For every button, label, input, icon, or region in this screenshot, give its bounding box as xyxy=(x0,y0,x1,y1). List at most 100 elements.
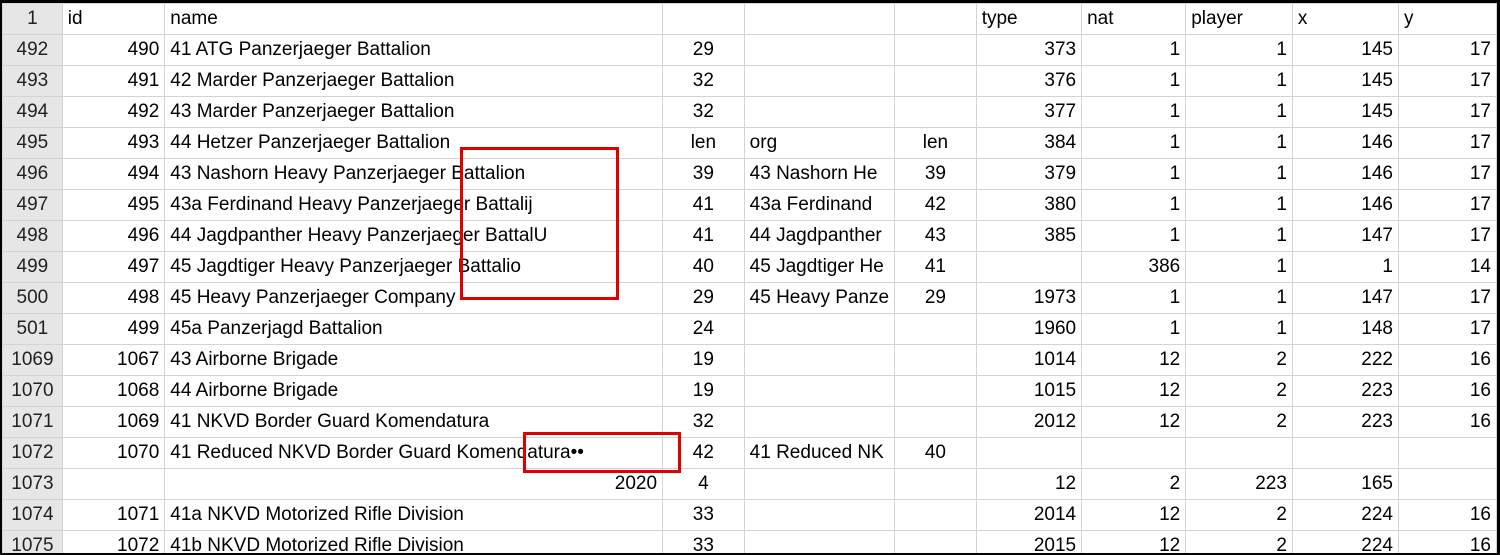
column-header-cell[interactable]: x xyxy=(1291,3,1399,35)
cell[interactable]: 1071 xyxy=(61,499,166,531)
column-header-cell[interactable] xyxy=(743,3,896,35)
cell[interactable]: 16 xyxy=(1397,499,1497,531)
cell[interactable]: 377 xyxy=(975,96,1083,128)
cell[interactable] xyxy=(894,406,977,438)
cell[interactable]: 1015 xyxy=(975,375,1083,407)
cell[interactable]: 148 xyxy=(1291,313,1399,345)
cell[interactable]: 1960 xyxy=(975,313,1083,345)
cell[interactable] xyxy=(894,96,977,128)
cell[interactable]: 44 Jagdpanther xyxy=(743,220,896,252)
cell[interactable]: 45 Heavy Panzerjaeger Company xyxy=(164,282,664,314)
cell[interactable]: 16 xyxy=(1397,344,1497,376)
cell[interactable]: 146 xyxy=(1291,158,1399,190)
row-header[interactable]: 499 xyxy=(2,251,63,283)
cell[interactable]: 41 Reduced NKVD Border Guard Komendatura… xyxy=(164,437,664,469)
cell[interactable]: 41 xyxy=(662,189,745,221)
row-header[interactable]: 496 xyxy=(2,158,63,190)
column-header-cell[interactable]: nat xyxy=(1081,3,1187,35)
cell[interactable]: 1067 xyxy=(61,344,166,376)
cell[interactable] xyxy=(1397,468,1497,500)
cell[interactable] xyxy=(743,375,896,407)
cell[interactable]: 2020 xyxy=(164,468,664,500)
cell[interactable]: 1 xyxy=(1185,251,1293,283)
cell[interactable]: 45 Heavy Panze xyxy=(743,282,896,314)
cell[interactable]: 145 xyxy=(1291,96,1399,128)
cell[interactable]: 224 xyxy=(1291,530,1399,553)
cell[interactable]: 29 xyxy=(894,282,977,314)
cell[interactable]: 493 xyxy=(61,127,166,159)
cell[interactable] xyxy=(743,344,896,376)
cell[interactable]: 39 xyxy=(662,158,745,190)
cell[interactable]: 32 xyxy=(662,406,745,438)
cell[interactable]: len xyxy=(894,127,977,159)
cell[interactable]: 17 xyxy=(1397,313,1497,345)
cell[interactable]: 223 xyxy=(1185,468,1293,500)
cell[interactable]: 490 xyxy=(61,34,166,66)
cell[interactable] xyxy=(894,34,977,66)
cell[interactable]: 43a Ferdinand Heavy Panzerjaeger Battali… xyxy=(164,189,664,221)
cell[interactable]: 385 xyxy=(975,220,1083,252)
cell[interactable] xyxy=(1397,437,1497,469)
cell[interactable]: 1 xyxy=(1185,65,1293,97)
cell[interactable]: 41b NKVD Motorized Rifle Division xyxy=(164,530,664,553)
column-header-cell[interactable]: name xyxy=(164,3,664,35)
cell[interactable]: 17 xyxy=(1397,158,1497,190)
cell[interactable]: 1 xyxy=(1081,313,1187,345)
cell[interactable]: 1 xyxy=(1081,65,1187,97)
cell[interactable]: 33 xyxy=(662,530,745,553)
cell[interactable]: 147 xyxy=(1291,220,1399,252)
cell[interactable] xyxy=(743,96,896,128)
cell[interactable]: 223 xyxy=(1291,375,1399,407)
cell[interactable]: 1973 xyxy=(975,282,1083,314)
cell[interactable]: 43 Nashorn He xyxy=(743,158,896,190)
cell[interactable]: 42 xyxy=(894,189,977,221)
cell[interactable] xyxy=(975,251,1083,283)
cell[interactable]: 41 xyxy=(662,220,745,252)
row-header[interactable]: 493 xyxy=(2,65,63,97)
cell[interactable]: 40 xyxy=(894,437,977,469)
cell[interactable]: 1 xyxy=(1185,313,1293,345)
row-header[interactable]: 1070 xyxy=(2,375,63,407)
cell[interactable]: 43 Marder Panzerjaeger Battalion xyxy=(164,96,664,128)
cell[interactable]: 222 xyxy=(1291,344,1399,376)
cell[interactable]: 1 xyxy=(1185,158,1293,190)
cell[interactable]: 2 xyxy=(1185,406,1293,438)
cell[interactable]: 4 xyxy=(662,468,745,500)
cell[interactable]: 33 xyxy=(662,499,745,531)
row-header[interactable]: 1073 xyxy=(2,468,63,500)
cell[interactable] xyxy=(894,65,977,97)
cell[interactable]: 1072 xyxy=(61,530,166,553)
cell[interactable] xyxy=(743,406,896,438)
cell[interactable]: 12 xyxy=(1081,344,1187,376)
cell[interactable] xyxy=(743,313,896,345)
cell[interactable]: 2012 xyxy=(975,406,1083,438)
cell[interactable]: 17 xyxy=(1397,34,1497,66)
cell[interactable]: 497 xyxy=(61,251,166,283)
row-header[interactable]: 492 xyxy=(2,34,63,66)
cell[interactable]: 17 xyxy=(1397,189,1497,221)
row-header[interactable]: 1074 xyxy=(2,499,63,531)
cell[interactable]: 2015 xyxy=(975,530,1083,553)
cell[interactable]: 1 xyxy=(1185,127,1293,159)
cell[interactable]: 41 NKVD Border Guard Komendatura xyxy=(164,406,664,438)
cell[interactable]: 376 xyxy=(975,65,1083,97)
cell[interactable] xyxy=(743,530,896,553)
cell[interactable]: 145 xyxy=(1291,65,1399,97)
cell[interactable]: 45 Jagdtiger He xyxy=(743,251,896,283)
cell[interactable]: 12 xyxy=(1081,375,1187,407)
cell[interactable]: 492 xyxy=(61,96,166,128)
cell[interactable]: 2 xyxy=(1185,499,1293,531)
cell[interactable]: 373 xyxy=(975,34,1083,66)
cell[interactable]: 1 xyxy=(1081,220,1187,252)
cell[interactable]: 41 Reduced NK xyxy=(743,437,896,469)
cell[interactable]: 224 xyxy=(1291,499,1399,531)
cell[interactable]: 29 xyxy=(662,34,745,66)
cell[interactable]: 494 xyxy=(61,158,166,190)
cell[interactable] xyxy=(1185,437,1293,469)
column-header-cell[interactable]: type xyxy=(975,3,1083,35)
cell[interactable]: 17 xyxy=(1397,282,1497,314)
cell[interactable]: 45a Panzerjagd Battalion xyxy=(164,313,664,345)
cell[interactable]: 386 xyxy=(1081,251,1187,283)
cell[interactable] xyxy=(1081,437,1187,469)
column-header-cell[interactable]: id xyxy=(61,3,166,35)
